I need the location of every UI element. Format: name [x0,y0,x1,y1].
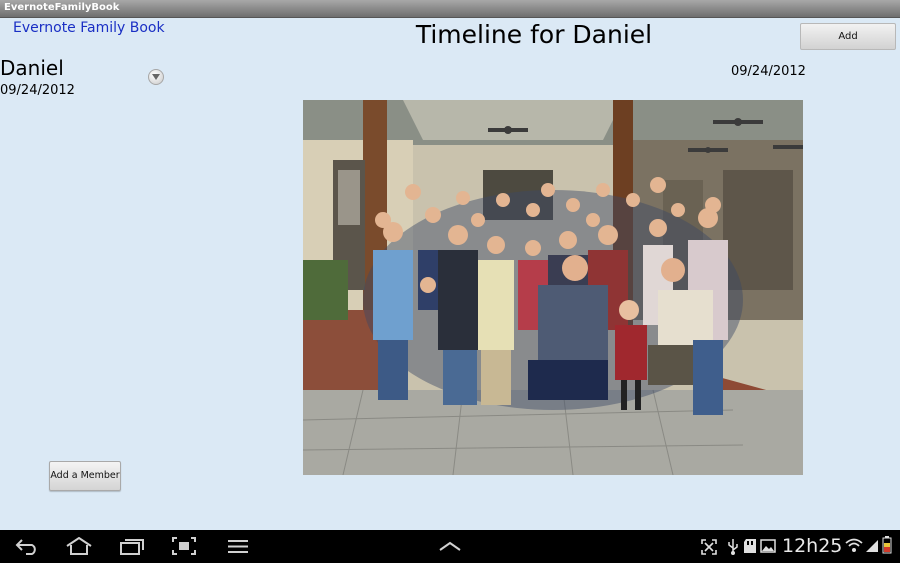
back-icon[interactable] [14,538,40,555]
screenshot-icon[interactable] [172,537,196,555]
member-date: 09/24/2012 [0,83,75,98]
fullscreen-icon [701,539,717,555]
menu-icon[interactable] [227,539,249,554]
family-group-photo-icon [303,100,803,475]
sd-card-icon [744,539,756,553]
image-icon [760,539,776,553]
clock: 12h25 [782,535,843,557]
signal-icon [866,540,878,552]
add-member-button[interactable]: Add a Member [49,461,121,491]
family-photo[interactable] [303,100,803,475]
window-title: EvernoteFamilyBook [4,2,120,13]
timeline-entry-date: 09/24/2012 [731,64,806,79]
system-navigation-bar: 12h25 [0,530,900,563]
chevron-down-icon [152,74,160,80]
up-arrow-icon[interactable] [438,540,462,552]
add-button[interactable]: Add [800,23,896,50]
app-home-link[interactable]: Evernote Family Book [13,20,165,36]
wifi-icon [845,538,863,552]
home-icon[interactable] [65,537,93,555]
page-title: Timeline for Daniel [415,20,653,49]
window-title-bar: EvernoteFamilyBook [0,0,900,18]
battery-icon [882,536,892,554]
usb-icon [728,539,738,555]
member-dropdown-button[interactable] [148,69,164,85]
member-name[interactable]: Daniel [0,56,64,80]
recent-apps-icon[interactable] [119,537,145,555]
